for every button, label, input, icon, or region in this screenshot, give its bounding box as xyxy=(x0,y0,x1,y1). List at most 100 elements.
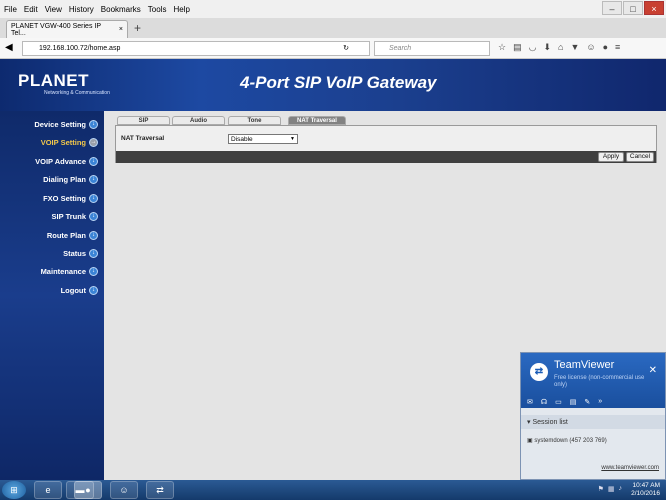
arrow-down-icon: ↓ xyxy=(89,157,98,166)
tab-bar: PLANET VGW-400 Series IP Tel... × + xyxy=(0,18,666,38)
close-tab-icon[interactable]: × xyxy=(119,26,123,33)
url-bar[interactable]: 192.168.100.72/home.asp ↻ xyxy=(22,41,370,56)
expand-icon[interactable]: » xyxy=(598,398,602,406)
volume-icon[interactable]: ♪ xyxy=(619,485,623,493)
menu-edit[interactable]: Edit xyxy=(24,5,38,14)
hello-icon[interactable]: ☺ xyxy=(586,42,595,53)
teamviewer-link[interactable]: www.teamviewer.com xyxy=(601,465,659,471)
sidebar: Device Setting ↓ VOIP Setting → VOIP Advan… xyxy=(0,111,104,480)
pocket-icon[interactable]: ◡ xyxy=(529,42,537,53)
sidebar-item-sip-trunk[interactable]: SIP Trunk ↓ xyxy=(52,212,98,221)
sidebar-item-dialing-plan[interactable]: Dialing Plan ↓ xyxy=(43,175,98,184)
tab-tone[interactable]: Tone xyxy=(228,116,281,125)
app-taskbar-icon[interactable]: ☺ xyxy=(110,481,138,499)
sidebar-item-maintenance[interactable]: Maintenance ↓ xyxy=(41,267,98,276)
close-window-button[interactable]: × xyxy=(644,1,664,15)
tab-sip[interactable]: SIP xyxy=(117,116,170,125)
cancel-button[interactable]: Cancel xyxy=(626,152,654,162)
headset-icon[interactable]: ☊ xyxy=(541,398,547,406)
session-list-header[interactable]: ▾ Session list xyxy=(521,415,665,429)
tools-icon[interactable]: ✎ xyxy=(584,398,590,406)
sidebar-item-status[interactable]: Status ↓ xyxy=(63,249,98,258)
toolbar-icons: ☆ ▤ ◡ ⬇ ⌂ ▼ ☺ ● ≡ xyxy=(498,42,620,53)
menu-tools[interactable]: Tools xyxy=(148,5,167,14)
tab-audio[interactable]: Audio xyxy=(172,116,225,125)
firefox-taskbar-icon[interactable]: ● xyxy=(74,481,102,499)
tab-nat-traversal[interactable]: NAT Traversal xyxy=(288,116,346,125)
button-bar: Apply Cancel xyxy=(116,151,656,163)
addon-icon[interactable]: ▼ xyxy=(570,42,579,53)
chat-icon[interactable]: ● xyxy=(603,42,608,53)
chat-icon[interactable]: ▭ xyxy=(555,398,562,406)
sidebar-item-device-setting[interactable]: Device Setting ↓ xyxy=(34,120,98,129)
download-icon[interactable]: ⬇ xyxy=(543,42,551,53)
arrow-down-icon: ↓ xyxy=(89,194,98,203)
session-list-label: Session list xyxy=(532,419,568,426)
sidebar-item-fxo-setting[interactable]: FXO Setting ↓ xyxy=(43,194,98,203)
start-button[interactable]: ⊞ xyxy=(2,481,26,499)
planet-logo: PLANET xyxy=(18,71,89,90)
menu-help[interactable]: Help xyxy=(173,5,189,14)
bookmark-star-icon[interactable]: ☆ xyxy=(498,42,506,53)
teamviewer-taskbar-icon[interactable]: ⇄ xyxy=(146,481,174,499)
navigation-bar: ◀ 192.168.100.72/home.asp ↻ Search ☆ ▤ ◡… xyxy=(0,38,666,59)
new-tab-button[interactable]: + xyxy=(134,21,141,35)
menu-bookmarks[interactable]: Bookmarks xyxy=(101,5,141,14)
session-item[interactable]: ▣ systemdown (457 203 769) xyxy=(527,437,607,444)
sidebar-item-label: Dialing Plan xyxy=(43,175,86,184)
sidebar-item-label: SIP Trunk xyxy=(51,212,86,221)
teamviewer-license: Free license (non-commercial use only) xyxy=(554,375,645,388)
session-item-label: systemdown (457 203 769) xyxy=(534,438,607,444)
clock-date: 2/10/2016 xyxy=(631,490,660,497)
files-icon[interactable]: ▤ xyxy=(570,398,577,406)
system-tray: ⚑ ▦ ♪ xyxy=(598,485,622,493)
search-input[interactable]: Search xyxy=(374,41,490,56)
sidebar-item-route-plan[interactable]: Route Plan ↓ xyxy=(47,231,98,240)
url-text: 192.168.100.72/home.asp xyxy=(39,45,121,52)
teamviewer-toolbar: ✉ ☊ ▭ ▤ ✎ » xyxy=(527,398,602,406)
arrow-down-icon: ↓ xyxy=(89,120,98,129)
logo-subtitle: Networking & Communication xyxy=(44,90,110,96)
menu-hamburger-icon[interactable]: ≡ xyxy=(615,42,620,53)
tab-title: PLANET VGW-400 Series IP Tel... xyxy=(11,22,101,37)
teamviewer-panel: ⇄ TeamViewer Free license (non-commercia… xyxy=(520,352,666,480)
flag-icon[interactable]: ⚑ xyxy=(598,485,604,493)
browser-tab[interactable]: PLANET VGW-400 Series IP Tel... × xyxy=(6,20,128,38)
sidebar-item-voip-setting[interactable]: VOIP Setting → xyxy=(41,138,98,147)
nat-traversal-value: Disable xyxy=(231,136,253,143)
maximize-button[interactable]: □ xyxy=(623,1,643,15)
sidebar-item-voip-advance[interactable]: VOIP Advance ↓ xyxy=(35,157,98,166)
reload-icon[interactable]: ↻ xyxy=(343,44,349,52)
arrow-down-icon: ↓ xyxy=(89,249,98,258)
network-icon[interactable]: ▦ xyxy=(608,485,615,493)
mail-icon[interactable]: ✉ xyxy=(527,398,533,406)
menu-view[interactable]: View xyxy=(45,5,62,14)
sidebar-item-label: FXO Setting xyxy=(43,194,86,203)
close-icon[interactable]: ✕ xyxy=(649,365,657,376)
nat-traversal-select[interactable]: Disable ▼ xyxy=(228,134,298,144)
sidebar-item-label: Device Setting xyxy=(34,120,86,129)
arrow-down-icon: ↓ xyxy=(89,267,98,276)
sidebar-item-label: Maintenance xyxy=(40,267,86,276)
arrow-right-icon: → xyxy=(89,138,98,147)
menu-bar: File Edit View History Bookmarks Tools H… xyxy=(0,0,666,18)
dropdown-arrow-icon: ▼ xyxy=(290,136,295,142)
nat-traversal-label: NAT Traversal xyxy=(121,135,165,142)
clock[interactable]: 10:47 AM 2/10/2016 xyxy=(631,482,660,498)
sidebar-item-label: VOIP Setting xyxy=(40,138,86,147)
apply-button[interactable]: Apply xyxy=(598,152,624,162)
ie-taskbar-icon[interactable]: e xyxy=(34,481,62,499)
arrow-down-icon: ↓ xyxy=(89,286,98,295)
reading-list-icon[interactable]: ▤ xyxy=(513,42,522,53)
teamviewer-name: TeamViewer xyxy=(554,359,615,371)
minimize-button[interactable]: – xyxy=(602,1,622,15)
menu-history[interactable]: History xyxy=(69,5,94,14)
sidebar-item-logout[interactable]: Logout ↓ xyxy=(61,286,98,295)
menu-file[interactable]: File xyxy=(4,5,17,14)
arrow-down-icon: ↓ xyxy=(89,175,98,184)
nat-panel: NAT Traversal Disable ▼ Apply Cancel xyxy=(115,125,657,163)
back-icon[interactable]: ◀ xyxy=(5,42,13,53)
arrow-down-icon: ↓ xyxy=(89,212,98,221)
home-icon[interactable]: ⌂ xyxy=(558,42,563,53)
clock-time: 10:47 AM xyxy=(632,482,660,489)
